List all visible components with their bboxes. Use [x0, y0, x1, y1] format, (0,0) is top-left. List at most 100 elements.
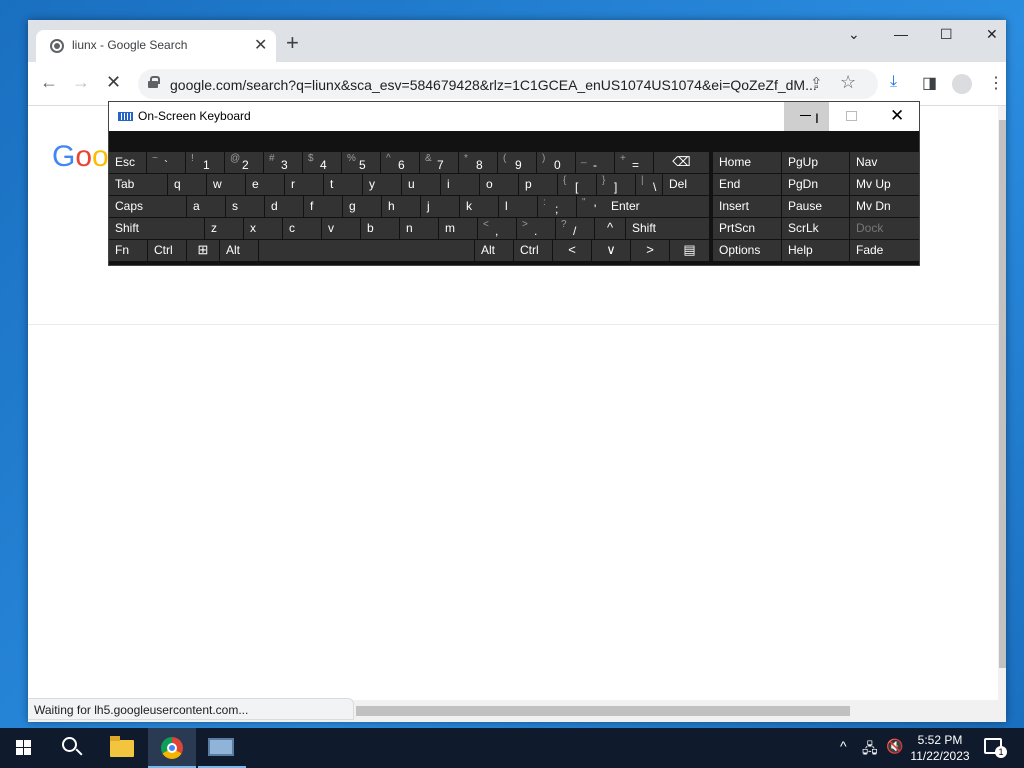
key-mv-up[interactable]: Mv Up — [850, 174, 919, 195]
vertical-scrollbar[interactable] — [998, 106, 1006, 700]
key-sym-row3-10[interactable]: :; — [538, 196, 576, 217]
key-sym-row5-8[interactable]: ∨ — [592, 240, 630, 261]
tab-close-icon[interactable]: ✕ — [254, 35, 267, 55]
key-sym-row2-13[interactable]: | \ — [636, 174, 662, 195]
side-panel-icon[interactable]: ◨ — [922, 73, 937, 93]
key-sym-row2-11[interactable]: {[ — [558, 174, 596, 195]
key-shift-row4-12[interactable]: Shift — [626, 218, 709, 239]
url-text[interactable]: google.com/search?q=liunx&sca_esv=584679… — [170, 77, 817, 93]
key-sym-row5-2[interactable]: ⊞ — [187, 240, 219, 261]
share-icon[interactable]: ⇪ — [810, 74, 823, 92]
key-end[interactable]: End — [713, 174, 781, 195]
key-r-row2-4[interactable]: r — [285, 174, 323, 195]
key-g-row3-5[interactable]: g — [343, 196, 381, 217]
key-pgdn[interactable]: PgDn — [782, 174, 849, 195]
key-home[interactable]: Home — [713, 152, 781, 173]
key-mv-dn[interactable]: Mv Dn — [850, 196, 919, 217]
back-button[interactable]: ← — [40, 72, 58, 93]
osk-close-button[interactable]: ✕ — [890, 106, 904, 126]
key-sym-row1-13[interactable]: + = — [615, 152, 653, 173]
key-7-row1-8[interactable]: & 7 — [420, 152, 458, 173]
file-explorer-button[interactable] — [98, 728, 146, 768]
key-sym-row4-10[interactable]: ? / — [556, 218, 594, 239]
key-sym-row4-9[interactable]: >. — [517, 218, 555, 239]
key-b-row4-5[interactable]: b — [361, 218, 399, 239]
key-shift-row4-0[interactable]: Shift — [109, 218, 204, 239]
tab-search-dropdown-icon[interactable]: ⌄ — [848, 26, 860, 43]
key-insert[interactable]: Insert — [713, 196, 781, 217]
key-t-row2-5[interactable]: t — [324, 174, 362, 195]
key-n-row4-6[interactable]: n — [400, 218, 438, 239]
key-l-row3-9[interactable]: l — [499, 196, 537, 217]
key-8-row1-9[interactable]: * 8 — [459, 152, 497, 173]
key-k-row3-8[interactable]: k — [460, 196, 498, 217]
key-fade[interactable]: Fade — [850, 240, 919, 261]
osk-maximize-button[interactable] — [846, 111, 857, 121]
network-icon[interactable]: 🖧 — [862, 738, 878, 762]
key-del-row2-14[interactable]: Del — [663, 174, 709, 195]
key-alt-row5-5[interactable]: Alt — [475, 240, 513, 261]
key-tab-row2-0[interactable]: Tab — [109, 174, 167, 195]
key-0-row1-11[interactable]: ) 0 — [537, 152, 575, 173]
clock[interactable]: 5:52 PM 11/22/2023 — [906, 732, 974, 764]
key-m-row4-7[interactable]: m — [439, 218, 477, 239]
key-p-row2-10[interactable]: p — [519, 174, 557, 195]
bookmark-star-icon[interactable]: ☆ — [840, 72, 856, 93]
key-caps-row3-0[interactable]: Caps — [109, 196, 186, 217]
key-9-row1-10[interactable]: (9 — [498, 152, 536, 173]
key-sym-row1-14[interactable]: ⌫ — [654, 152, 709, 173]
tab-google-search[interactable]: liunx - Google Search ✕ — [36, 30, 276, 62]
tray-chevron-icon[interactable]: ^ — [840, 738, 847, 754]
key-sym-row4-8[interactable]: <, — [478, 218, 516, 239]
key-esc-row1-0[interactable]: Esc — [109, 152, 146, 173]
key-nav[interactable]: Nav — [850, 152, 919, 173]
key-dock[interactable]: Dock — [850, 218, 919, 239]
key-1-row1-2[interactable]: ! 1 — [186, 152, 224, 173]
key-c-row4-3[interactable]: c — [283, 218, 321, 239]
maximize-button[interactable]: ☐ — [940, 26, 953, 43]
key-help[interactable]: Help — [782, 240, 849, 261]
download-icon[interactable]: ⤓ — [890, 73, 897, 91]
key-x-row4-2[interactable]: x — [244, 218, 282, 239]
key-options[interactable]: Options — [713, 240, 781, 261]
key-o-row2-9[interactable]: o — [480, 174, 518, 195]
key-5-row1-6[interactable]: % 5 — [342, 152, 380, 173]
key-alt-row5-3[interactable]: Alt — [220, 240, 258, 261]
key-d-row3-3[interactable]: d — [265, 196, 303, 217]
vertical-scroll-thumb[interactable] — [999, 120, 1006, 668]
key-j-row3-7[interactable]: j — [421, 196, 459, 217]
close-window-button[interactable]: ✕ — [986, 26, 998, 43]
key-y-row2-6[interactable]: y — [363, 174, 401, 195]
key-sym-row5-10[interactable]: ▤ — [670, 240, 709, 261]
minimize-button[interactable]: — — [894, 26, 908, 42]
key-ctrl-row5-1[interactable]: Ctrl — [148, 240, 186, 261]
address-bar[interactable]: google.com/search?q=liunx&sca_esv=584679… — [138, 69, 878, 99]
key-pause[interactable]: Pause — [782, 196, 849, 217]
new-tab-button[interactable]: + — [286, 32, 299, 54]
key-e-row2-3[interactable]: e — [246, 174, 284, 195]
key-i-row2-8[interactable]: i — [441, 174, 479, 195]
key-pgup[interactable]: PgUp — [782, 152, 849, 173]
profile-avatar-icon[interactable] — [952, 74, 972, 94]
key-sym-row4-11[interactable]: ^ — [595, 218, 625, 239]
key-prtscn[interactable]: PrtScn — [713, 218, 781, 239]
key-sym-row5-9[interactable]: > — [631, 240, 669, 261]
forward-button[interactable]: → — [72, 72, 90, 93]
key-fn-row5-0[interactable]: Fn — [109, 240, 147, 261]
google-logo[interactable]: Goo — [52, 140, 109, 174]
volume-muted-icon[interactable]: 🔇 — [886, 738, 903, 755]
key-v-row4-4[interactable]: v — [322, 218, 360, 239]
key-q-row2-1[interactable]: q — [168, 174, 206, 195]
key-ctrl-row5-6[interactable]: Ctrl — [514, 240, 552, 261]
key-h-row3-6[interactable]: h — [382, 196, 420, 217]
key-a-row3-1[interactable]: a — [187, 196, 225, 217]
notification-icon[interactable]: 1 — [984, 738, 1007, 758]
key-sym-row5-7[interactable]: < — [553, 240, 591, 261]
osk-taskbar-button[interactable] — [198, 728, 246, 768]
chrome-taskbar-button[interactable] — [148, 728, 196, 768]
menu-kebab-icon[interactable]: ⋮ — [988, 73, 1004, 93]
key-3-row1-4[interactable]: #3 — [264, 152, 302, 173]
stop-button[interactable]: ✕ — [106, 72, 121, 93]
key-scrlk[interactable]: ScrLk — [782, 218, 849, 239]
key-sym-row2-12[interactable]: }] — [597, 174, 635, 195]
